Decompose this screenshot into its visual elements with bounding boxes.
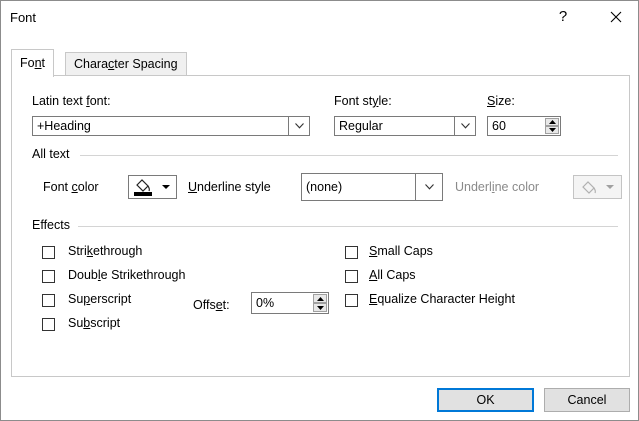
offset-label-pre: Offs (193, 298, 216, 312)
latin-font-label: Latin text font: (32, 94, 111, 108)
font-dialog: Font ? Font Character Spacing Latin text… (0, 0, 639, 421)
paint-bucket-icon (134, 179, 170, 196)
effects-heading: Effects (32, 218, 70, 232)
arrow-down-icon (548, 128, 556, 132)
tab-spacing-label-pre: Chara (74, 57, 109, 71)
offset-spin-down[interactable] (313, 303, 327, 312)
double-strikethrough-label-post: e Strikethrough (100, 268, 186, 282)
underline-color-button[interactable] (573, 175, 622, 199)
superscript-label[interactable]: Superscript (68, 292, 131, 306)
size-value: 60 (492, 119, 506, 133)
paint-bucket-icon (582, 181, 614, 194)
subscript-checkbox[interactable] (42, 318, 55, 331)
all-text-heading: All text (32, 147, 70, 161)
latin-font-value: +Heading (37, 119, 91, 133)
subscript-label-pre: Su (68, 316, 84, 330)
size-label-post: ize: (495, 94, 515, 108)
latin-font-label-post: ont: (89, 94, 111, 108)
small-caps-label-post: mall Caps (377, 244, 433, 258)
all-text-divider (80, 155, 618, 156)
tab-character-spacing[interactable]: Character Spacing (65, 52, 187, 76)
strikethrough-checkbox[interactable] (42, 246, 55, 259)
title-bar: Font ? (1, 1, 638, 37)
subscript-label-post: script (90, 316, 121, 330)
superscript-label-pre: Su (68, 292, 84, 306)
strikethrough-label-post: ethrough (93, 244, 143, 258)
small-caps-label[interactable]: Small Caps (369, 244, 433, 258)
font-color-label-pre: Font (43, 180, 72, 194)
help-button[interactable]: ? (553, 6, 573, 28)
latin-font-dropdown-button[interactable] (288, 117, 309, 135)
latin-font-select[interactable]: +Heading (32, 116, 310, 136)
latin-font-label-pre: Latin text (32, 94, 87, 108)
chevron-down-icon (294, 123, 304, 129)
tab-font-label-accel: n (34, 56, 42, 70)
tab-spacing-label-post: ter Spacing (114, 57, 178, 71)
superscript-checkbox[interactable] (42, 294, 55, 307)
all-caps-label-post: ll Caps (377, 268, 416, 282)
equalize-character-height-label[interactable]: Equalize Character Height (369, 292, 515, 306)
all-caps-checkbox[interactable] (345, 270, 358, 283)
font-style-value: Regular (339, 119, 383, 133)
size-spin-down[interactable] (545, 126, 559, 134)
underline-style-dropdown-button[interactable] (415, 174, 442, 200)
font-style-select[interactable]: Regular (334, 116, 476, 136)
size-label: Size: (487, 94, 515, 108)
tab-font-label-post: t (41, 56, 46, 70)
subscript-label[interactable]: Subscript (68, 316, 120, 330)
superscript-label-post: erscript (90, 292, 132, 306)
font-color-button[interactable] (128, 175, 177, 199)
offset-spin-up[interactable] (313, 294, 327, 303)
underline-color-label-post: ne color (494, 180, 540, 194)
font-style-label: Font style: (334, 94, 392, 108)
size-spin-up[interactable] (545, 118, 559, 126)
equalize-label-post: qualize Character Height (377, 292, 515, 306)
underline-style-label-accel: U (188, 180, 198, 194)
underline-style-label-post: nderline style (197, 180, 271, 194)
dialog-title: Font (10, 10, 37, 25)
font-tab-panel: Latin text font: +Heading Font style: Re… (11, 75, 630, 377)
tab-font[interactable]: Font (11, 49, 55, 77)
chevron-down-icon (460, 123, 470, 129)
double-strikethrough-checkbox[interactable] (42, 270, 55, 283)
underline-style-value: (none) (306, 180, 343, 194)
strikethrough-label-pre: Stri (68, 244, 87, 258)
underline-style-select[interactable]: (none) (301, 173, 443, 201)
small-caps-checkbox[interactable] (345, 246, 358, 259)
close-button[interactable] (604, 6, 628, 28)
offset-spinner[interactable]: 0% (251, 292, 329, 314)
underline-color-label-pre: Underl (455, 180, 492, 194)
tab-font-label-pre: Fo (20, 56, 35, 70)
arrow-up-icon (316, 296, 324, 301)
font-color-label: Font color (43, 180, 99, 194)
offset-label: Offset: (193, 298, 230, 312)
effects-divider (78, 226, 618, 227)
offset-spin-buttons (313, 294, 327, 312)
underline-style-label: Underline style (188, 180, 271, 194)
arrow-down-icon (316, 305, 324, 310)
font-style-label-pre: Font st (334, 94, 373, 108)
cancel-button[interactable]: Cancel (544, 388, 630, 412)
double-strikethrough-label[interactable]: Double Strikethrough (68, 268, 185, 282)
double-strikethrough-label-pre: Doub (68, 268, 98, 282)
all-caps-label[interactable]: All Caps (369, 268, 416, 282)
strikethrough-label[interactable]: Strikethrough (68, 244, 142, 258)
chevron-down-icon (424, 184, 434, 190)
underline-color-label: Underline color (455, 180, 539, 194)
equalize-character-height-checkbox[interactable] (345, 294, 358, 307)
font-style-dropdown-button[interactable] (454, 117, 475, 135)
offset-value: 0% (256, 296, 275, 310)
offset-label-accel: e (215, 298, 223, 312)
size-spin-buttons (545, 118, 559, 134)
font-color-label-post: olor (77, 180, 99, 194)
arrow-up-icon (548, 120, 556, 124)
font-style-label-post: le: (378, 94, 392, 108)
close-icon (610, 11, 622, 23)
size-spinner[interactable]: 60 (487, 116, 561, 136)
ok-button[interactable]: OK (437, 388, 534, 412)
offset-label-post: t: (222, 298, 230, 312)
